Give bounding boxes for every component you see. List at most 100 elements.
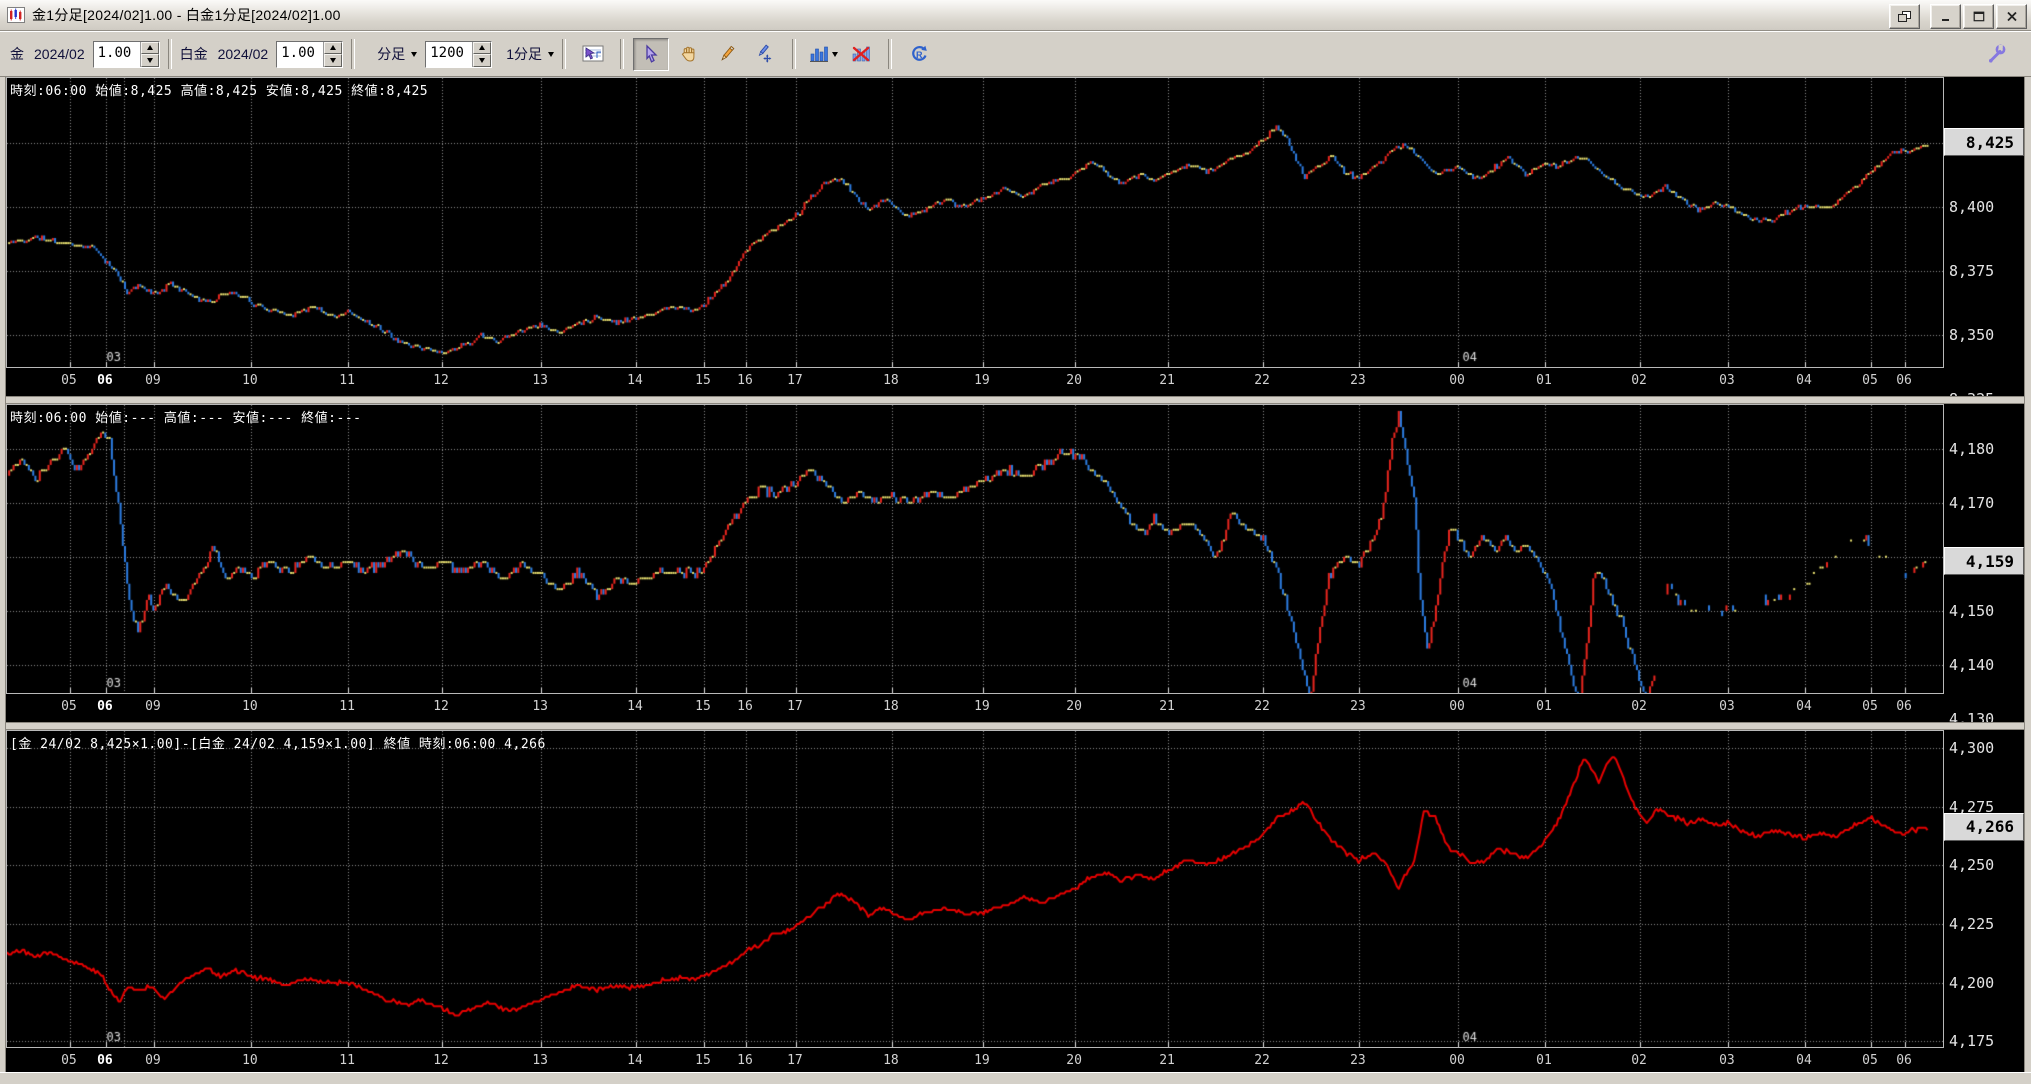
hour-label: 03 [1719,1053,1735,1068]
hour-label: 11 [339,1053,355,1068]
draw-pencil-button[interactable] [709,38,745,71]
price-tick-label: 4,175 [1949,1032,1995,1051]
price-tick-label: 4,200 [1949,973,1995,992]
hour-label: 03 [1719,699,1735,714]
remove-chart-button[interactable] [843,38,879,71]
hour-label: 00 [1449,1053,1465,1068]
close-button[interactable] [1996,4,2027,29]
pencil-icon [717,44,737,64]
hour-label: 23 [1350,699,1366,714]
gold-1min-chart-canvas[interactable] [7,78,1943,367]
toolbar-separator [351,39,356,69]
hour-label: 22 [1254,1053,1270,1068]
hour-label: 12 [433,1053,449,1068]
cascade-button[interactable] [1889,4,1920,29]
gold-1min-panel: 時刻:06:00 始値:8,425 高値:8,425 安値:8,425 終値:8… [0,77,2031,396]
platinum-month-label: 2024/02 [217,46,269,62]
hour-label: 02 [1631,373,1647,388]
triangle-down-icon [479,57,486,63]
hour-label: 00 [1449,699,1465,714]
hour-label: 19 [974,1053,990,1068]
chevron-down-icon [831,51,838,57]
hour-label: 06 [97,373,113,388]
gold-ratio-spinner: 1.00 [92,40,160,68]
platinum-ratio-spin-buttons [323,41,343,67]
hour-label: 14 [627,373,643,388]
gold-month-label: 2024/02 [34,46,85,62]
gold-platinum-spread-info-line: [金 24/02 8,425×1.00]-[白金 24/02 4,159×1.0… [10,737,546,752]
hour-label: 04 [1796,1053,1812,1068]
price-tick-label: 4,130 [1949,709,1995,722]
hour-label: 22 [1254,373,1270,388]
triangle-down-icon [146,57,153,63]
hour-label: 14 [627,1053,643,1068]
hour-label: 06 [1896,373,1912,388]
hour-label: 23 [1350,1053,1366,1068]
hour-label: 11 [339,373,355,388]
maximize-button[interactable] [1963,4,1994,29]
bar-count-input[interactable]: 1200 [426,42,472,67]
spin-down-button[interactable] [324,54,343,67]
chevron-down-icon [411,51,418,57]
gold-platinum-spread-plot [6,730,1944,1048]
chart-arrow-icon [582,44,604,64]
current-price-box: 8,425 [1944,128,2024,157]
hour-label: 12 [433,699,449,714]
platinum-1min-plot [6,404,1944,694]
pointer-icon [641,44,661,64]
hour-label: 18 [883,699,899,714]
spin-up-button[interactable] [140,41,159,54]
wrench-icon [1985,43,2007,65]
hour-label: 05 [1862,1053,1878,1068]
chart-pointer-button[interactable] [575,38,611,71]
hour-label: 16 [737,1053,753,1068]
hour-label: 20 [1066,699,1082,714]
spin-down-button[interactable] [140,54,159,67]
select-tool-button[interactable] [633,37,670,71]
hour-label: 20 [1066,373,1082,388]
gold-platinum-spread-time-axis: 05 06 09 10 11 12 13 14 15 16 17 18 19 20 21 22 23 00 01 02… [6,1048,1944,1072]
hour-label: 19 [974,373,990,388]
gold-ratio-input[interactable]: 1.00 [94,42,140,67]
platinum-1min-chart-canvas[interactable] [7,405,1943,693]
price-tick-label: 4,300 [1949,738,1995,757]
hour-label: 15 [695,699,711,714]
bar-type-dropdown[interactable]: 分足 [377,44,418,64]
interval-dropdown[interactable]: 1分足 [506,44,555,64]
hour-label: 21 [1159,1053,1175,1068]
hour-label: 11 [339,699,355,714]
spin-up-button[interactable] [473,41,492,54]
hand-icon [679,44,699,64]
bar-type-label: 分足 [377,46,406,62]
price-tick-label: 4,225 [1949,915,1995,933]
hour-label: 06 [1896,1053,1912,1068]
gold-platinum-spread-chart-canvas[interactable] [7,731,1943,1047]
annotate-pen-button[interactable] [747,38,783,71]
hour-label: 00 [1449,373,1465,388]
minimize-button[interactable] [1930,4,1961,29]
window-frame-bottom [0,1072,2031,1084]
hour-label: 02 [1631,1053,1647,1068]
window-titlebar[interactable]: 金1分足[2024/02]1.00 - 白金1分足[2024/02]1.00 [0,0,2031,31]
hour-label: 06 [97,1053,113,1068]
gold-platinum-spread-price-axis: 4,300 4,275 4,250 4,225 4,200 4,175 4,266 [1944,730,2024,1072]
settings-wrench-button[interactable] [1985,43,2007,65]
close-icon [2006,11,2018,22]
chart-type-button[interactable] [805,38,841,71]
price-tick-label: 4,140 [1949,655,1995,674]
hour-label: 13 [532,373,548,388]
hour-label: 09 [145,699,161,714]
hour-label: 10 [242,373,258,388]
hour-label: 05 [61,373,77,388]
hour-label: 13 [532,1053,548,1068]
hour-label: 04 [1796,699,1812,714]
platinum-ratio-input[interactable]: 1.00 [277,42,323,67]
spin-down-button[interactable] [473,54,492,67]
pan-tool-button[interactable] [671,38,707,71]
toolbar-separator [792,39,797,69]
spin-up-button[interactable] [324,41,343,54]
app-icon [7,7,25,23]
bar-chart-icon [809,44,838,64]
gold-1min-time-axis: 05 06 09 10 11 12 13 14 15 16 17 18 19 20 21 22 23 00 01 02… [6,368,1944,396]
reload-button[interactable]: R [901,38,937,71]
